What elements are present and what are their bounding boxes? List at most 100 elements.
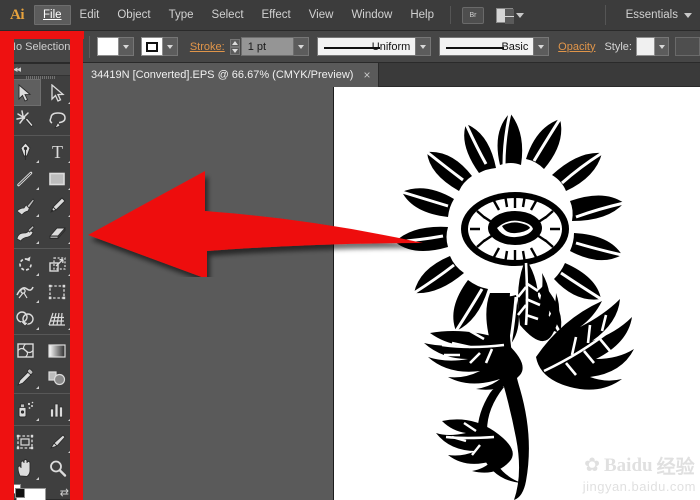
tool-scale-tool[interactable] <box>41 251 73 278</box>
stepper-down-button[interactable] <box>229 46 240 55</box>
tool-pencil-tool[interactable] <box>41 192 73 219</box>
brush-definition-dropdown[interactable] <box>534 37 549 56</box>
stepper-up-button[interactable] <box>229 38 240 47</box>
pen-nib-icon <box>19 142 31 160</box>
document-tab[interactable]: 34419N [Converted].EPS @ 66.67% (CMYK/Pr… <box>83 63 380 87</box>
swap-fill-stroke-icon[interactable]: ⇄ <box>60 486 69 499</box>
tool-divider <box>9 135 73 136</box>
tool-slice-tool[interactable] <box>41 428 73 455</box>
menu-item-effect[interactable]: Effect <box>253 5 300 25</box>
stroke-weight-field[interactable]: 1 pt <box>240 37 295 56</box>
stroke-profile-combo[interactable]: Uniform <box>317 37 417 56</box>
tool-gradient-tool[interactable] <box>41 337 73 364</box>
fill-color-control[interactable] <box>96 37 134 56</box>
workspace-switcher[interactable]: Essentials <box>604 5 700 25</box>
shape-builder-icon <box>16 310 34 326</box>
menu-divider <box>450 6 451 24</box>
tool-lasso-tool[interactable] <box>41 106 73 133</box>
menu-item-edit[interactable]: Edit <box>71 5 109 25</box>
collapse-panel-icon[interactable]: ◂◂ <box>13 64 21 75</box>
rotate-icon <box>18 256 32 271</box>
eraser-icon <box>49 227 66 239</box>
selection-arrow-icon <box>18 83 32 102</box>
tool-divider <box>9 334 73 335</box>
menu-item-window[interactable]: Window <box>342 5 401 25</box>
app-logo-icon: Ai <box>10 6 25 23</box>
close-icon[interactable]: × <box>363 69 370 81</box>
artboard-icon <box>16 434 34 449</box>
menu-item-file[interactable]: File <box>34 5 71 25</box>
gradient-icon <box>48 343 66 358</box>
perspective-grid-icon <box>48 312 65 326</box>
tools-panel-header[interactable]: ◂◂ <box>9 64 73 76</box>
tool-divider <box>9 425 73 426</box>
style-dropdown[interactable] <box>655 37 670 56</box>
flyout-indicator-icon <box>36 214 39 217</box>
slice-knife-icon <box>49 433 66 449</box>
menu-item-help[interactable]: Help <box>401 5 443 25</box>
chevron-down-icon <box>167 44 174 49</box>
blend-icon <box>48 370 66 385</box>
eyedropper-icon <box>16 368 33 386</box>
chevron-down-icon <box>658 44 665 49</box>
brush-definition-combo[interactable]: Basic <box>439 37 535 56</box>
menu-item-type[interactable]: Type <box>160 5 203 25</box>
chevron-down-icon <box>537 44 544 49</box>
options-divider <box>88 35 90 58</box>
stroke-weight-stepper[interactable] <box>229 38 240 55</box>
flyout-indicator-icon <box>36 327 39 330</box>
menu-item-select[interactable]: Select <box>203 5 253 25</box>
line-segment-icon <box>17 171 33 186</box>
tool-eraser-tool[interactable] <box>41 219 73 246</box>
rectangle-icon <box>49 172 65 185</box>
stroke-color-control[interactable] <box>141 37 179 56</box>
options-overflow-button[interactable] <box>675 37 700 56</box>
chevron-down-icon <box>684 12 692 18</box>
stroke-weight-label[interactable]: Stroke: <box>190 41 225 53</box>
tool-direct-selection-tool[interactable] <box>41 79 73 106</box>
tool-column-graph-tool[interactable] <box>41 396 73 423</box>
document-tab-title: 34419N [Converted].EPS @ 66.67% (CMYK/Pr… <box>91 69 354 81</box>
menu-effect-label: Effect <box>261 9 291 21</box>
document-tab-strip: 34419N [Converted].EPS @ 66.67% (CMYK/Pr… <box>83 63 700 87</box>
svg-text:T: T <box>52 142 63 161</box>
tool-rectangle-tool[interactable] <box>41 165 73 192</box>
tool-zoom-tool[interactable] <box>41 455 73 482</box>
canvas-area[interactable] <box>83 87 700 500</box>
menu-item-view[interactable]: View <box>300 5 343 25</box>
flyout-indicator-icon <box>36 477 39 480</box>
tool-blend-tool[interactable] <box>41 364 73 391</box>
triangle-down-icon <box>231 48 238 53</box>
pencil-icon <box>49 197 66 213</box>
fill-dropdown-button[interactable] <box>118 37 134 56</box>
menu-object-label: Object <box>117 9 151 21</box>
fill-stroke-controls[interactable]: ⇄ <box>9 484 75 500</box>
stroke-swatch-inner <box>146 41 159 52</box>
stroke-profile-dropdown[interactable] <box>416 37 431 56</box>
menu-select-label: Select <box>211 9 244 21</box>
menu-view-label: View <box>308 9 334 21</box>
illustrator-window: Ai File Edit Object Type Select Effect V… <box>0 0 700 500</box>
menu-type-label: Type <box>168 9 194 21</box>
chevron-down-icon <box>122 44 129 49</box>
menu-help-label: Help <box>410 9 434 21</box>
bridge-button[interactable]: Br <box>462 6 484 24</box>
magic-wand-icon <box>15 110 34 128</box>
tool-type-tool[interactable]: T <box>41 138 73 165</box>
stroke-dropdown-button[interactable] <box>163 37 179 56</box>
fill-swatch[interactable] <box>96 37 119 56</box>
direct-selection-arrow-icon <box>51 83 65 102</box>
opacity-label[interactable]: Opacity <box>558 41 595 53</box>
free-transform-icon <box>48 284 65 299</box>
flyout-indicator-icon <box>36 187 39 190</box>
stroke-swatch[interactable] <box>141 37 164 56</box>
tool-free-transform-tool[interactable] <box>41 278 73 305</box>
style-swatch[interactable] <box>635 37 656 56</box>
annotation-highlight-right <box>70 31 83 500</box>
arrange-documents-button[interactable] <box>496 7 524 24</box>
hand-icon <box>17 459 30 477</box>
menu-edit-label: Edit <box>79 9 100 21</box>
tool-perspective-grid-tool[interactable] <box>41 305 73 332</box>
stroke-weight-dropdown[interactable] <box>294 37 309 56</box>
menu-item-object[interactable]: Object <box>108 5 159 25</box>
